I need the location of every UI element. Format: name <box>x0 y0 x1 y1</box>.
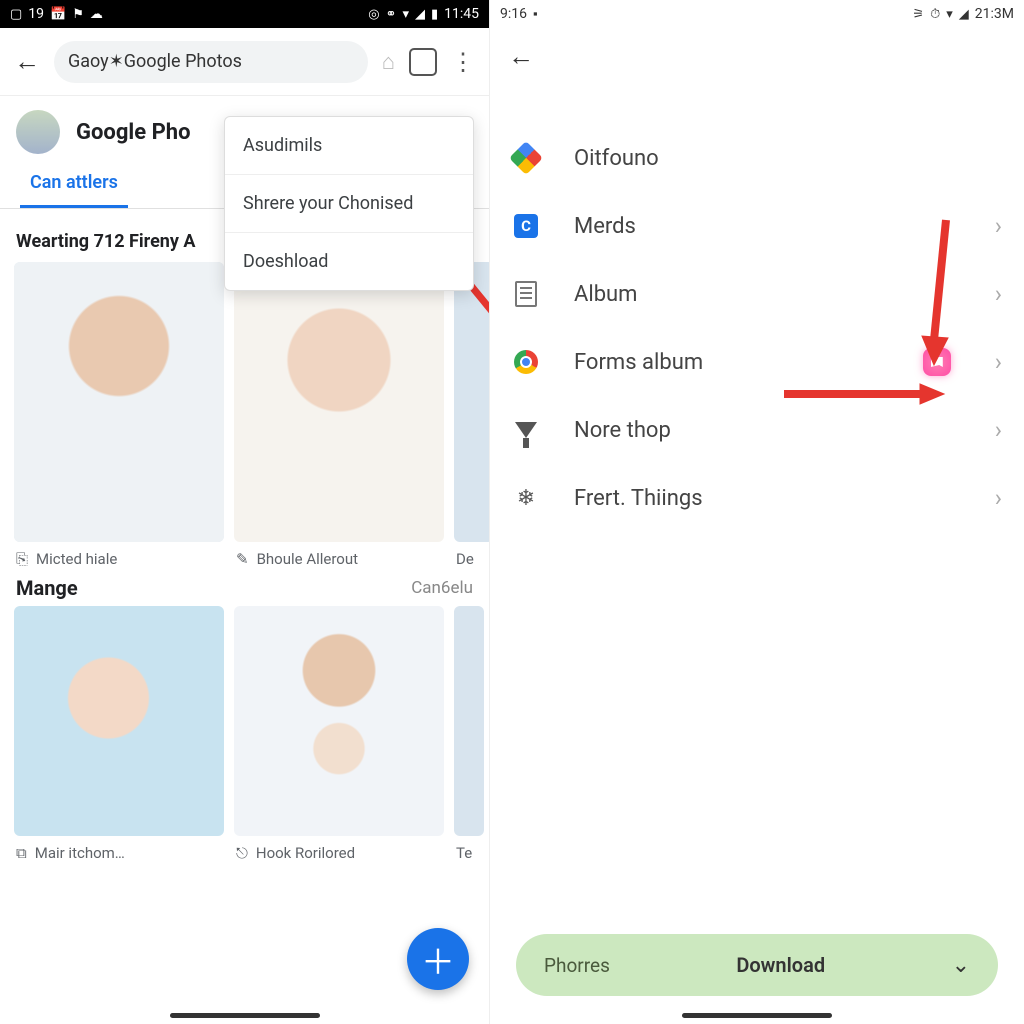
signal-icon: ◢ <box>415 7 425 22</box>
cast-icon: ⚞ <box>912 7 924 22</box>
chevron-right-icon: › <box>995 484 1002 512</box>
statusbar-right: 9:16 ▪ ⚞ ⏱ ▾ ◢ 21:3M <box>490 0 1024 28</box>
tab-active[interactable]: Can attlers <box>20 160 128 208</box>
menu-label: Forms album <box>574 350 703 375</box>
gesture-bar <box>682 1013 832 1018</box>
menu-item-frert-things[interactable]: ❄ Frert. Thiings › <box>504 464 1010 532</box>
chevron-right-icon: › <box>995 348 1002 376</box>
chevron-down-icon: ⌄ <box>952 953 970 978</box>
wifi-icon: ▾ <box>946 7 953 22</box>
photo-thumb <box>14 606 224 836</box>
photo-card-peek[interactable]: De <box>454 262 490 576</box>
photo-label: Mair itchom… <box>35 844 125 862</box>
photo-card[interactable]: ⎋ Hook Rorilored <box>234 606 444 870</box>
misc-icon: ⚑ <box>72 7 84 22</box>
chevron-right-icon: › <box>995 416 1002 444</box>
statusbar-clock: 9:16 <box>500 6 527 22</box>
snowflake-icon: ❄ <box>512 484 540 512</box>
album-icon: ⧉ <box>16 844 27 862</box>
settings-menu: Oitfouno C Merds › Album › Forms album ›… <box>490 84 1024 532</box>
menu-item-2[interactable]: Shrere your Chonised <box>225 175 473 233</box>
bookmark-icon: ⎘ <box>16 550 28 568</box>
left-screenshot: ▢ 19 📅 ⚑ ☁ ◎ ⚭ ▾ ◢ ▮ 11:45 ← Gaoy✶Google… <box>0 0 490 1024</box>
photo-grid-1: ⎘ Micted hiale ✎ Bhoule Allerout De <box>0 262 489 576</box>
menu-item-nore-thop[interactable]: Nore thop › <box>504 396 1010 464</box>
url-text: Gaoy✶Google Photos <box>68 51 242 72</box>
bluetooth-icon: ⚭ <box>386 7 397 22</box>
statusbar-left: ▢ 19 📅 ⚑ ☁ ◎ ⚭ ▾ ◢ ▮ 11:45 <box>0 0 489 28</box>
chevron-right-icon: › <box>995 212 1002 240</box>
filter-icon <box>512 416 540 444</box>
link-icon: ⎋ <box>236 844 248 862</box>
avatar[interactable] <box>16 110 60 154</box>
menu-label: Album <box>574 282 637 307</box>
home-icon[interactable]: ⌂ <box>382 49 395 75</box>
statusbar-left-text: 19 <box>28 6 44 22</box>
photo-card[interactable]: ✎ Bhoule Allerout <box>234 262 444 576</box>
photo-label: De <box>456 550 474 568</box>
fab-add[interactable]: ＋ <box>407 928 469 990</box>
photo-card-peek[interactable]: Te <box>454 606 484 870</box>
app-title: Google Pho <box>76 120 191 145</box>
photo-label: Te <box>456 844 472 862</box>
app-indicator-icon: ▪ <box>533 6 538 22</box>
photo-grid-2: ⧉ Mair itchom… ⎋ Hook Rorilored Te <box>0 606 489 870</box>
chevron-right-icon: › <box>995 280 1002 308</box>
cloud-icon: ☁ <box>90 7 103 22</box>
overflow-menu: Asudimils Shrere your Chonised Doeshload <box>224 116 474 291</box>
photo-label: Bhoule Allerout <box>257 550 358 568</box>
photo-thumb <box>234 262 444 542</box>
menu-label: Nore thop <box>574 418 671 443</box>
menu-item-3[interactable]: Doeshload <box>225 233 473 290</box>
calendar-icon: 📅 <box>50 7 66 22</box>
pill-main-label: Download <box>650 953 912 977</box>
menu-item-merds[interactable]: C Merds › <box>504 192 1010 260</box>
menu-label: Oitfouno <box>574 146 659 171</box>
menu-label: Merds <box>574 214 636 239</box>
wifi-icon: ▾ <box>402 7 409 22</box>
bottom-pill[interactable]: Phorres Download ⌄ <box>516 934 998 996</box>
section2-link[interactable]: Can6elu <box>411 578 473 598</box>
photo-thumb <box>454 262 490 542</box>
photo-label: Hook Rorilored <box>256 844 355 862</box>
tabs-button[interactable] <box>409 48 437 76</box>
menu-item-1[interactable]: Asudimils <box>225 117 473 175</box>
c-icon: C <box>512 212 540 240</box>
tab-count-icon: ▢ <box>10 7 22 22</box>
gesture-bar <box>170 1013 320 1018</box>
badge-pink-icon <box>923 348 951 376</box>
menu-item-album[interactable]: Album › <box>504 260 1010 328</box>
multicolor-icon <box>512 144 540 172</box>
photo-thumb <box>14 262 224 542</box>
photo-thumb <box>454 606 484 836</box>
pill-left-label: Phorres <box>544 954 610 977</box>
back-button[interactable]: ← <box>508 41 534 72</box>
overflow-menu-button[interactable]: ⋮ <box>451 48 475 76</box>
battery-icon: ▮ <box>431 7 438 22</box>
photo-card[interactable]: ⎘ Micted hiale <box>14 262 224 576</box>
statusbar-clock: 11:45 <box>444 6 479 22</box>
alarm-icon: ⏱ <box>930 7 940 22</box>
target-icon: ◎ <box>368 7 379 22</box>
right-screenshot: 9:16 ▪ ⚞ ⏱ ▾ ◢ 21:3M ← Oitfouno C Merds … <box>490 0 1024 1024</box>
section2-row: Mange Can6elu <box>0 576 489 606</box>
edit-icon: ✎ <box>236 550 249 568</box>
section2-heading: Mange <box>16 576 78 600</box>
photo-card[interactable]: ⧉ Mair itchom… <box>14 606 224 870</box>
document-icon <box>512 280 540 308</box>
chrome-icon <box>512 348 540 376</box>
menu-label: Frert. Thiings <box>574 486 703 511</box>
menu-item-forms-album[interactable]: Forms album › <box>504 328 1010 396</box>
url-bar[interactable]: Gaoy✶Google Photos <box>54 41 368 83</box>
photo-label: Micted hiale <box>36 550 117 568</box>
signal-icon: ◢ <box>959 7 969 22</box>
app-header-right: ← <box>490 28 1024 84</box>
browser-toolbar: ← Gaoy✶Google Photos ⌂ ⋮ <box>0 28 489 96</box>
back-button[interactable]: ← <box>14 46 40 77</box>
photo-thumb <box>234 606 444 836</box>
menu-item-oitfouno[interactable]: Oitfouno <box>504 124 1010 192</box>
statusbar-right-text: 21:3M <box>975 6 1014 22</box>
